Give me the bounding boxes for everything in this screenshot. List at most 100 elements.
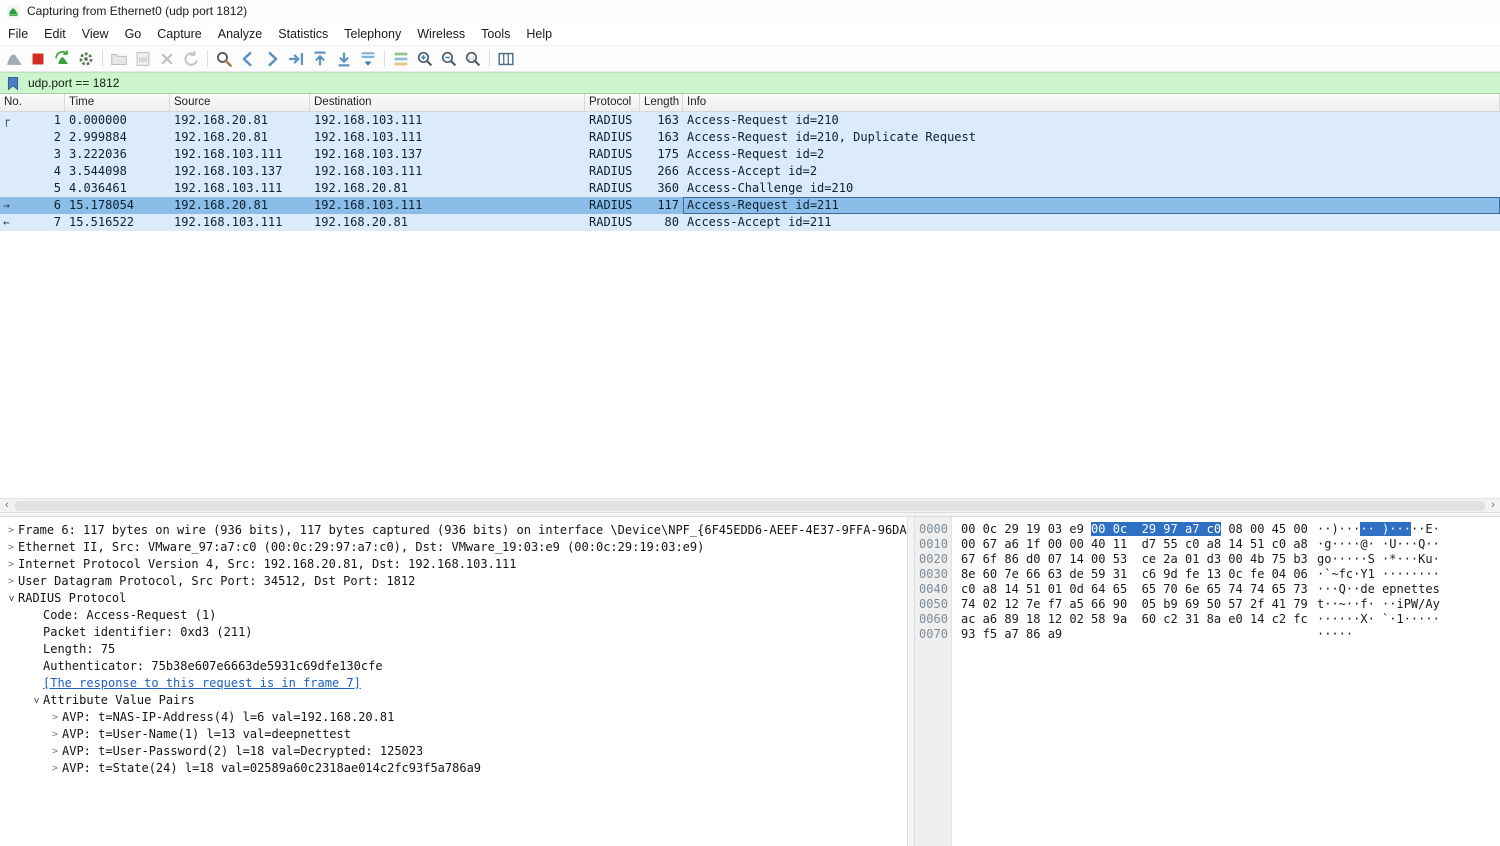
expand-arrow-icon[interactable]: > <box>48 726 62 743</box>
radius-code-label: Code: Access-Request (1) <box>43 607 216 624</box>
menu-telephony[interactable]: Telephony <box>336 24 409 44</box>
packet-list-horizontal-scrollbar[interactable]: ‹ › <box>0 498 1500 512</box>
menu-view[interactable]: View <box>74 24 117 44</box>
collapse-arrow-icon[interactable]: > <box>28 694 45 708</box>
start-capture-icon[interactable] <box>2 47 26 71</box>
hex-bytes: 00 67 a6 1f 00 00 40 11 d7 55 c0 a8 14 5… <box>961 537 1311 552</box>
go-last-icon[interactable] <box>332 47 356 71</box>
cell-len: 163 <box>640 129 683 146</box>
hex-bytes: 00 0c 29 19 03 e9 00 0c 29 97 a7 c0 08 0… <box>961 522 1311 537</box>
column-header-info[interactable]: Info <box>683 94 1500 111</box>
hex-line-0030[interactable]: 00308e 60 7e 66 63 de 59 31 c6 9d fe 13 … <box>915 567 1500 582</box>
expand-arrow-icon[interactable]: > <box>4 556 18 573</box>
menu-help[interactable]: Help <box>518 24 560 44</box>
expand-arrow-icon[interactable]: > <box>48 760 62 777</box>
go-to-packet-icon[interactable] <box>284 47 308 71</box>
hex-line-0070[interactable]: 007093 f5 a7 86 a9····· <box>915 627 1500 642</box>
radius-authenticator[interactable]: >Authenticator: 75b38e607e6663de5931c69d… <box>0 658 907 675</box>
column-header-protocol[interactable]: Protocol <box>585 94 640 111</box>
hex-line-0040[interactable]: 0040c0 a8 14 51 01 0d 64 65 65 70 6e 65 … <box>915 582 1500 597</box>
hex-offset: 0000 <box>915 522 952 537</box>
radius-protocol[interactable]: >RADIUS Protocol <box>0 590 907 607</box>
menu-tools[interactable]: Tools <box>473 24 518 44</box>
packet-row-6[interactable]: →615.178054192.168.20.81192.168.103.111R… <box>0 197 1500 214</box>
hex-ascii: ·`~fc·Y1 ········ <box>1317 567 1440 582</box>
auto-scroll-icon[interactable] <box>356 47 380 71</box>
expand-arrow-icon[interactable]: > <box>4 539 18 556</box>
find-packet-icon[interactable] <box>212 47 236 71</box>
close-file-icon[interactable] <box>155 47 179 71</box>
details-hex-splitter[interactable] <box>907 517 915 846</box>
packet-row-7[interactable]: ←715.516522192.168.103.111192.168.20.81R… <box>0 214 1500 231</box>
expand-arrow-icon[interactable]: > <box>48 709 62 726</box>
hex-offset: 0040 <box>915 582 952 597</box>
response-frame-link[interactable]: >[The response to this request is in fra… <box>0 675 907 692</box>
radius-packet-identifier[interactable]: >Packet identifier: 0xd3 (211) <box>0 624 907 641</box>
resize-columns-icon[interactable] <box>494 47 518 71</box>
column-header-destination[interactable]: Destination <box>310 94 585 111</box>
column-header-no[interactable]: No. <box>0 94 65 111</box>
avp-user-password[interactable]: >AVP: t=User-Password(2) l=18 val=Decryp… <box>0 743 907 760</box>
packet-row-5[interactable]: 54.036461192.168.103.111192.168.20.81RAD… <box>0 180 1500 197</box>
attribute-value-pairs[interactable]: >Attribute Value Pairs <box>0 692 907 709</box>
stop-capture-icon[interactable] <box>26 47 50 71</box>
menu-wireless[interactable]: Wireless <box>409 24 473 44</box>
scrollbar-thumb[interactable] <box>15 501 1485 511</box>
response-frame-link-label[interactable]: [The response to this request is in fram… <box>43 675 361 692</box>
zoom-out-icon[interactable] <box>437 47 461 71</box>
menu-file[interactable]: File <box>0 24 36 44</box>
radius-length[interactable]: >Length: 75 <box>0 641 907 658</box>
packet-row-1[interactable]: ┌10.000000192.168.20.81192.168.103.111RA… <box>0 112 1500 129</box>
reload-file-icon[interactable] <box>179 47 203 71</box>
menu-edit[interactable]: Edit <box>36 24 74 44</box>
expand-arrow-icon[interactable]: > <box>4 573 18 590</box>
go-back-icon[interactable] <box>236 47 260 71</box>
save-file-icon[interactable]: 010 <box>131 47 155 71</box>
menu-capture[interactable]: Capture <box>149 24 209 44</box>
frame-summary[interactable]: >Frame 6: 117 bytes on wire (936 bits), … <box>0 522 907 539</box>
column-header-time[interactable]: Time <box>65 94 170 111</box>
ethernet-summary[interactable]: >Ethernet II, Src: VMware_97:a7:c0 (00:0… <box>0 539 907 556</box>
hex-line-0020[interactable]: 002067 6f 86 d0 07 14 00 53 ce 2a 01 d3 … <box>915 552 1500 567</box>
restart-capture-icon[interactable] <box>50 47 74 71</box>
avp-state[interactable]: >AVP: t=State(24) l=18 val=02589a60c2318… <box>0 760 907 777</box>
hex-line-0050[interactable]: 005074 02 12 7e f7 a5 66 90 05 b9 69 50 … <box>915 597 1500 612</box>
hex-ascii: ···Q··de epnettes <box>1317 582 1440 597</box>
filter-bookmark-icon[interactable] <box>7 76 19 91</box>
expand-arrow-icon[interactable]: > <box>48 743 62 760</box>
menu-analyze[interactable]: Analyze <box>210 24 270 44</box>
go-forward-icon[interactable] <box>260 47 284 71</box>
column-header-source[interactable]: Source <box>170 94 310 111</box>
zoom-reset-icon[interactable]: 1:1 <box>461 47 485 71</box>
colorize-packets-icon[interactable] <box>389 47 413 71</box>
hex-line-0010[interactable]: 001000 67 a6 1f 00 00 40 11 d7 55 c0 a8 … <box>915 537 1500 552</box>
zoom-in-icon[interactable] <box>413 47 437 71</box>
avp-nas-ip-address[interactable]: >AVP: t=NAS-IP-Address(4) l=6 val=192.16… <box>0 709 907 726</box>
hex-line-0060[interactable]: 0060ac a6 89 18 12 02 58 9a 60 c2 31 8a … <box>915 612 1500 627</box>
menu-statistics[interactable]: Statistics <box>270 24 336 44</box>
hex-ascii: ····· <box>1317 627 1353 642</box>
hex-line-0000[interactable]: 0000 00 0c 29 19 03 e9 00 0c 29 97 a7 c0 … <box>915 522 1500 537</box>
open-file-icon[interactable] <box>107 47 131 71</box>
avp-user-name[interactable]: >AVP: t=User-Name(1) l=13 val=deepnettes… <box>0 726 907 743</box>
cell-num: 5 <box>0 180 65 197</box>
packet-row-2[interactable]: 22.999884192.168.20.81192.168.103.111RAD… <box>0 129 1500 146</box>
column-header-length[interactable]: Length <box>640 94 683 111</box>
packet-row-3[interactable]: 33.222036192.168.103.111192.168.103.137R… <box>0 146 1500 163</box>
filter-input[interactable]: udp.port == 1812 <box>28 76 119 90</box>
expand-arrow-icon[interactable]: > <box>4 522 18 539</box>
attribute-value-pairs-label: Attribute Value Pairs <box>43 692 195 709</box>
udp-summary[interactable]: >User Datagram Protocol, Src Port: 34512… <box>0 573 907 590</box>
radius-code[interactable]: >Code: Access-Request (1) <box>0 607 907 624</box>
go-first-icon[interactable] <box>308 47 332 71</box>
cell-time: 3.222036 <box>65 146 170 163</box>
menu-go[interactable]: Go <box>117 24 150 44</box>
scroll-right-arrow-icon[interactable]: › <box>1486 499 1500 512</box>
packet-row-4[interactable]: 43.544098192.168.103.137192.168.103.111R… <box>0 163 1500 180</box>
collapse-arrow-icon[interactable]: > <box>3 592 20 606</box>
hex-ascii: go·····S ·*···Ku· <box>1317 552 1440 567</box>
capture-options-icon[interactable] <box>74 47 98 71</box>
scroll-left-arrow-icon[interactable]: ‹ <box>0 499 14 512</box>
toolbar-separator <box>489 50 490 67</box>
ip-summary[interactable]: >Internet Protocol Version 4, Src: 192.1… <box>0 556 907 573</box>
